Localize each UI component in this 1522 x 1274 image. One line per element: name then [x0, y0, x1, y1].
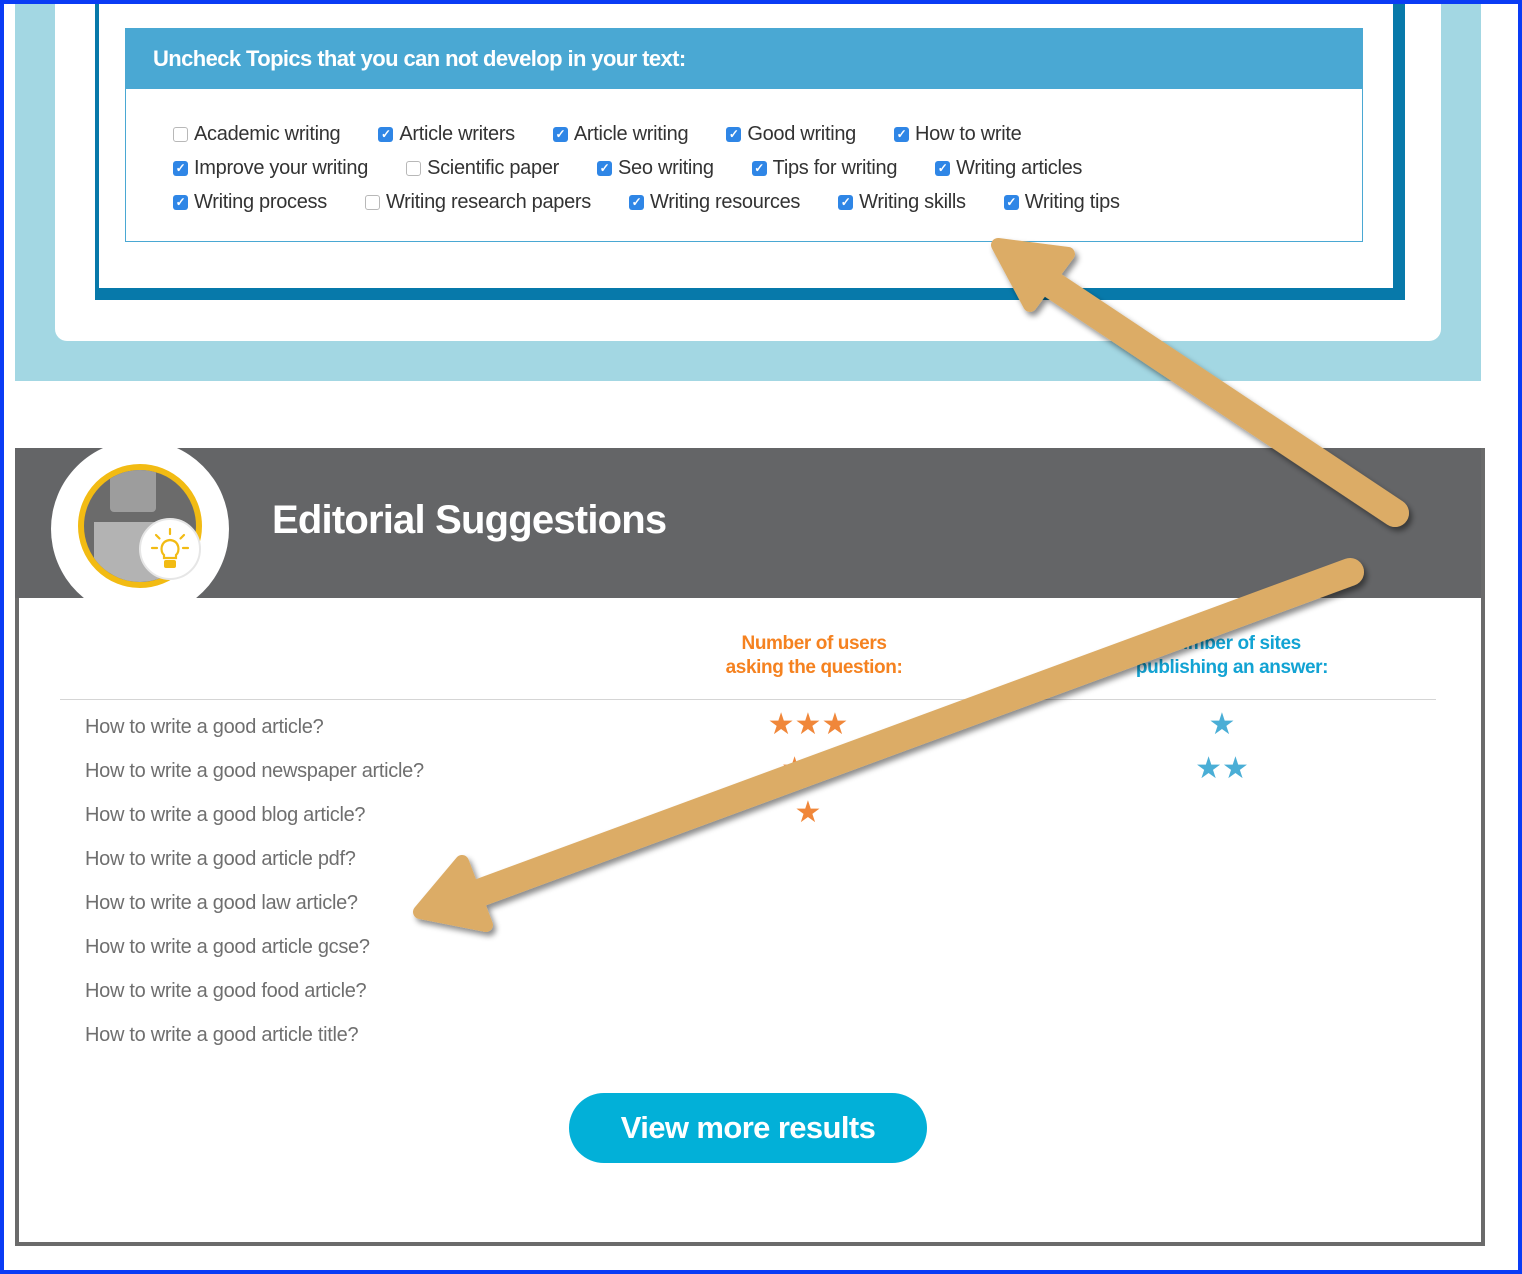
topic-checkbox-item[interactable]: ✓ Writing tips — [1003, 190, 1120, 214]
checkbox-checked[interactable]: ✓ — [173, 194, 188, 210]
question-link[interactable]: How to write a good article pdf? — [85, 848, 356, 871]
checkbox-unchecked[interactable] — [406, 160, 422, 176]
star-icon: ★ — [794, 796, 822, 829]
question-row: How to write a good article title? — [85, 1018, 1455, 1062]
topic-checkbox-item[interactable]: ✓ Article writing — [552, 122, 689, 146]
sites-column-header-line1: Number of sites — [1163, 633, 1301, 654]
checkbox-checked[interactable]: ✓ — [552, 126, 568, 142]
question-row: How to write a good law article? — [85, 886, 1455, 930]
topic-checkbox-item[interactable]: ✓ Improve your writing — [173, 157, 368, 180]
topic-label: Academic writing — [194, 122, 341, 145]
question-row: How to write a good article gcse? — [85, 930, 1455, 974]
topic-label: Seo writing — [618, 156, 714, 179]
question-link[interactable]: How to write a good blog article? — [85, 804, 366, 827]
topics-panel: Uncheck Topics that you can not develop … — [125, 28, 1363, 242]
topic-checkbox-item[interactable]: ✓ Tips for writing — [751, 156, 898, 180]
topic-label: Writing research papers — [385, 190, 591, 213]
checkbox-checked[interactable]: ✓ — [597, 160, 613, 176]
questions-list: How to write a good article? ★ ★ ★ ★ How to w… — [85, 710, 1455, 1062]
topics-list: Academic writing ✓ Article writers ✓ Article… — [126, 89, 1362, 219]
sites-rating: ★ ★ — [1142, 754, 1302, 784]
topic-checkbox-item[interactable]: ✓ Writing resources — [629, 191, 800, 214]
checkbox-checked[interactable]: ✓ — [935, 160, 951, 176]
topic-label: Article writing — [573, 122, 689, 145]
topic-label: Tips for writing — [772, 156, 898, 179]
question-link[interactable]: How to write a good article title? — [85, 1024, 359, 1047]
checkbox-unchecked[interactable] — [364, 194, 380, 210]
question-row: How to write a good newspaper article? ★ ★… — [85, 754, 1455, 798]
topic-checkbox-item[interactable]: ✓ Writing skills — [838, 191, 966, 214]
star-icon: ★ — [821, 708, 849, 741]
star-icon: ★ — [1195, 752, 1222, 785]
star-icon: ★ — [781, 752, 808, 785]
topic-checkbox-item[interactable]: ✓ Writing articles — [935, 157, 1082, 180]
robot-eye — [140, 464, 147, 465]
question-link[interactable]: How to write a good law article? — [85, 892, 358, 915]
topic-label: Good writing — [747, 122, 856, 145]
view-more-results-button[interactable]: View more results — [569, 1093, 927, 1163]
topic-checkbox-item[interactable]: Scientific paper — [406, 157, 559, 180]
checkbox-checked[interactable]: ✓ — [378, 126, 394, 142]
robot-lightbulb-icon — [51, 440, 229, 618]
checkbox-checked[interactable]: ✓ — [894, 126, 909, 142]
star-icon: ★ — [1208, 708, 1236, 741]
editorial-title: Editorial Suggestions — [272, 498, 667, 542]
users-rating: ★ ★ ★ — [728, 710, 888, 740]
checkbox-unchecked[interactable] — [173, 126, 188, 142]
topic-checkbox-item[interactable]: ✓ Good writing — [726, 123, 856, 146]
topic-label: Writing tips — [1024, 190, 1120, 213]
topic-checkbox-item[interactable]: Academic writing — [173, 122, 341, 146]
star-icon: ★ — [794, 708, 822, 741]
robot-head — [110, 464, 156, 512]
editorial-suggestions-section: Editorial Suggestions Number of users as… — [15, 440, 1485, 1246]
topic-checkbox-item[interactable]: ✓ How to write — [894, 122, 1022, 146]
topic-checkbox-item[interactable]: Writing research papers — [364, 190, 591, 214]
question-link[interactable]: How to write a good food article? — [85, 980, 367, 1003]
topic-label: Writing skills — [859, 190, 966, 213]
checkbox-checked[interactable]: ✓ — [726, 126, 742, 142]
topic-checkbox-item[interactable]: ✓ Seo writing — [597, 157, 714, 180]
users-column-header-line1: Number of users — [741, 633, 887, 654]
topic-label: How to write — [915, 122, 1022, 145]
topic-label: Writing articles — [956, 156, 1083, 179]
question-row: How to write a good article? ★ ★ ★ ★ — [85, 710, 1455, 754]
editorial-header: Editorial Suggestions — [15, 440, 1481, 618]
topic-label: Scientific paper — [427, 156, 560, 179]
users-column-header-line2: asking the question: — [725, 657, 903, 678]
topic-label: Article writers — [399, 122, 515, 145]
sites-rating: ★ — [1142, 710, 1302, 740]
question-row: How to write a good article pdf? — [85, 842, 1455, 886]
users-rating: ★ ★ — [728, 754, 888, 784]
star-icon: ★ — [1222, 752, 1249, 785]
checkbox-checked[interactable]: ✓ — [629, 194, 644, 210]
robot-eye — [118, 464, 125, 465]
topics-row: ✓ Improve your writing Scientific paper ✓ Se… — [173, 151, 1362, 185]
topic-checkbox-item[interactable]: ✓ Article writers — [378, 123, 515, 146]
users-rating: ★ — [728, 798, 888, 828]
topic-label: Improve your writing — [194, 156, 369, 179]
question-link[interactable]: How to write a good article gcse? — [85, 936, 370, 959]
topic-checkbox-item[interactable]: ✓ Writing process — [173, 191, 327, 214]
topic-label: Writing resources — [650, 190, 801, 213]
topic-label: Writing process — [194, 190, 327, 213]
sites-column-header: Number of sites publishing an answer: — [1117, 632, 1347, 680]
question-row: How to write a good blog article? ★ — [85, 798, 1455, 842]
checkbox-checked[interactable]: ✓ — [838, 194, 854, 210]
checkbox-checked[interactable]: ✓ — [751, 160, 767, 176]
checkbox-checked[interactable]: ✓ — [173, 160, 188, 176]
lightbulb-icon — [139, 518, 201, 580]
header-divider — [60, 699, 1436, 700]
question-link[interactable]: How to write a good newspaper article? — [85, 760, 424, 783]
question-row: How to write a good food article? — [85, 974, 1455, 1018]
topics-header: Uncheck Topics that you can not develop … — [126, 29, 1362, 89]
question-link[interactable]: How to write a good article? — [85, 716, 324, 739]
checkbox-checked[interactable]: ✓ — [1003, 194, 1019, 210]
topics-row: Academic writing ✓ Article writers ✓ Article… — [173, 117, 1362, 151]
star-icon: ★ — [808, 752, 835, 785]
topics-row: ✓ Writing process Writing research papers ✓… — [173, 185, 1362, 219]
sites-column-header-line2: publishing an answer: — [1135, 657, 1329, 678]
star-icon: ★ — [767, 708, 795, 741]
users-column-header: Number of users asking the question: — [699, 632, 929, 680]
